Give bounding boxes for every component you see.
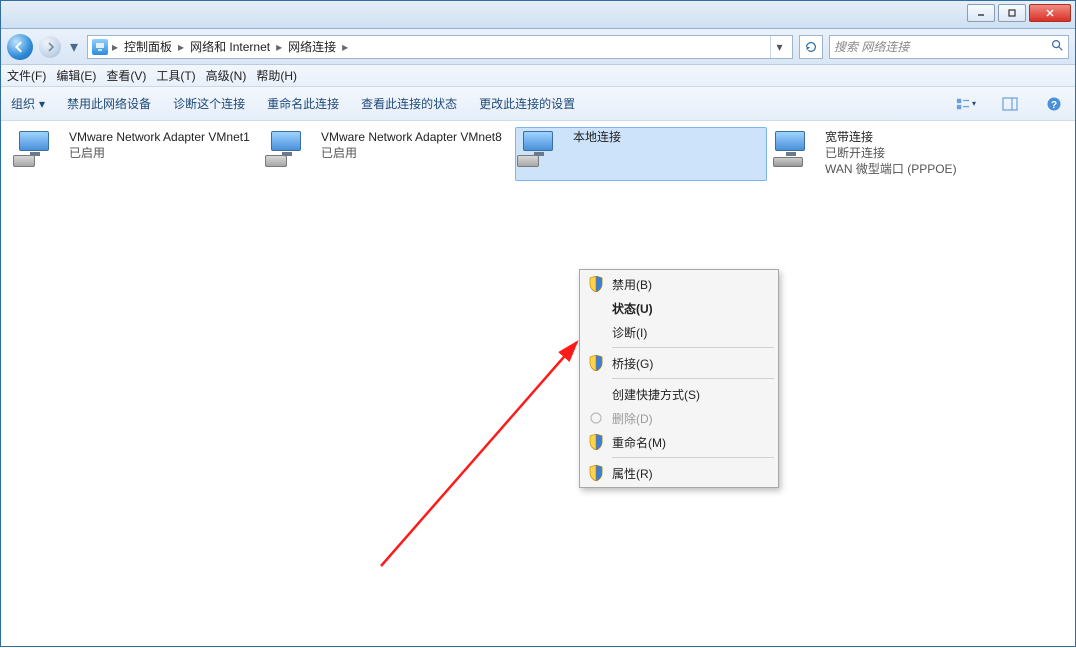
breadcrumb-item[interactable]: 网络和 Internet [188,38,272,55]
ctx-label: 删除(D) [612,410,653,427]
ctx-status[interactable]: 状态(U) [582,296,776,320]
connection-status: 已断开连接 [825,145,957,161]
shield-icon [586,353,606,373]
connection-name: VMware Network Adapter VMnet8 [321,129,502,145]
maximize-button[interactable] [998,4,1026,22]
connection-item[interactable]: VMware Network Adapter VMnet1 已启用 [11,127,263,181]
toolbar-rename[interactable]: 重命名此连接 [267,95,339,112]
connection-item-selected[interactable]: 本地连接 [515,127,767,181]
breadcrumb-item[interactable]: 网络连接 [286,38,338,55]
menu-file[interactable]: 文件(F) [7,67,46,84]
explorer-window: ▾ ▸ 控制面板 ▸ 网络和 Internet ▸ 网络连接 ▸ ▾ 搜索 网络… [0,0,1076,647]
chevron-down-icon: ▾ [39,97,45,111]
connection-name: 宽带连接 [825,129,957,145]
menu-tools[interactable]: 工具(T) [156,67,195,84]
shield-icon [586,432,606,452]
content-area: VMware Network Adapter VMnet1 已启用 VMware… [1,121,1075,646]
address-bar-row: ▾ ▸ 控制面板 ▸ 网络和 Internet ▸ 网络连接 ▸ ▾ 搜索 网络… [1,29,1075,65]
menu-advanced[interactable]: 高级(N) [206,67,247,84]
separator [612,347,774,348]
ctx-rename[interactable]: 重命名(M) [582,430,776,454]
search-placeholder: 搜索 网络连接 [834,38,909,55]
menu-view[interactable]: 查看(V) [106,67,146,84]
modem-icon [769,129,817,173]
menu-edit[interactable]: 编辑(E) [56,67,96,84]
shield-icon [586,463,606,483]
ctx-label: 创建快捷方式(S) [612,386,700,403]
connection-detail: WAN 微型端口 (PPPOE) [825,161,957,177]
link-icon [586,408,606,428]
ctx-properties[interactable]: 属性(R) [582,461,776,485]
menu-bar: 文件(F) 编辑(E) 查看(V) 工具(T) 高级(N) 帮助(H) [1,65,1075,87]
ctx-label: 诊断(I) [612,324,647,341]
minimize-button[interactable] [967,4,995,22]
command-bar: 组织 ▾ 禁用此网络设备 诊断这个连接 重命名此连接 查看此连接的状态 更改此连… [1,87,1075,121]
close-button[interactable] [1029,4,1071,22]
connection-status: 已启用 [69,145,250,161]
help-button[interactable]: ? [1043,93,1065,115]
ctx-create-shortcut[interactable]: 创建快捷方式(S) [582,382,776,406]
refresh-button[interactable] [799,35,823,59]
organize-label: 组织 [11,95,35,112]
network-adapter-icon [13,129,61,173]
annotation-arrow [1,121,1076,648]
network-adapter-icon [517,129,565,173]
nav-back-button[interactable] [7,34,33,60]
network-adapter-icon [265,129,313,173]
toolbar-view-status[interactable]: 查看此连接的状态 [361,95,457,112]
breadcrumb-dropdown[interactable]: ▾ [770,36,788,58]
ctx-label: 禁用(B) [612,276,652,293]
separator [612,378,774,379]
chevron-right-icon: ▸ [176,40,186,54]
separator [612,457,774,458]
view-mode-button[interactable]: ▾ [955,93,977,115]
toolbar-diagnose[interactable]: 诊断这个连接 [173,95,245,112]
shield-icon [586,274,606,294]
search-icon [1050,38,1064,55]
ctx-label: 桥接(G) [612,355,653,372]
network-location-icon [92,39,108,55]
titlebar [1,1,1075,29]
connection-name: VMware Network Adapter VMnet1 [69,129,250,145]
organize-button[interactable]: 组织 ▾ [11,95,45,112]
nav-forward-button[interactable] [39,36,61,58]
ctx-delete: 删除(D) [582,406,776,430]
connection-name: 本地连接 [573,129,621,145]
ctx-label: 状态(U) [612,300,653,317]
chevron-right-icon: ▸ [274,40,284,54]
ctx-label: 属性(R) [612,465,653,482]
ctx-bridge[interactable]: 桥接(G) [582,351,776,375]
svg-text:?: ? [1051,100,1057,111]
chevron-down-icon: ▾ [972,99,976,108]
toolbar-change-settings[interactable]: 更改此连接的设置 [479,95,575,112]
chevron-right-icon: ▸ [340,40,350,54]
preview-pane-button[interactable] [999,93,1021,115]
ctx-diagnose[interactable]: 诊断(I) [582,320,776,344]
breadcrumb[interactable]: ▸ 控制面板 ▸ 网络和 Internet ▸ 网络连接 ▸ ▾ [87,35,793,59]
context-menu: 禁用(B) 状态(U) 诊断(I) 桥接(G) 创建快捷方式(S) 删除(D) [579,269,779,488]
window-controls [967,4,1071,22]
ctx-label: 重命名(M) [612,434,666,451]
connection-item[interactable]: VMware Network Adapter VMnet8 已启用 [263,127,515,181]
search-input[interactable]: 搜索 网络连接 [829,35,1069,59]
chevron-right-icon: ▸ [110,40,120,54]
nav-history-dropdown[interactable]: ▾ [67,35,81,59]
connection-item[interactable]: 宽带连接 已断开连接 WAN 微型端口 (PPPOE) [767,127,1019,181]
toolbar-disable-device[interactable]: 禁用此网络设备 [67,95,151,112]
ctx-disable[interactable]: 禁用(B) [582,272,776,296]
connection-list: VMware Network Adapter VMnet1 已启用 VMware… [1,121,1075,187]
menu-help[interactable]: 帮助(H) [256,67,297,84]
connection-status: 已启用 [321,145,502,161]
breadcrumb-item[interactable]: 控制面板 [122,38,174,55]
